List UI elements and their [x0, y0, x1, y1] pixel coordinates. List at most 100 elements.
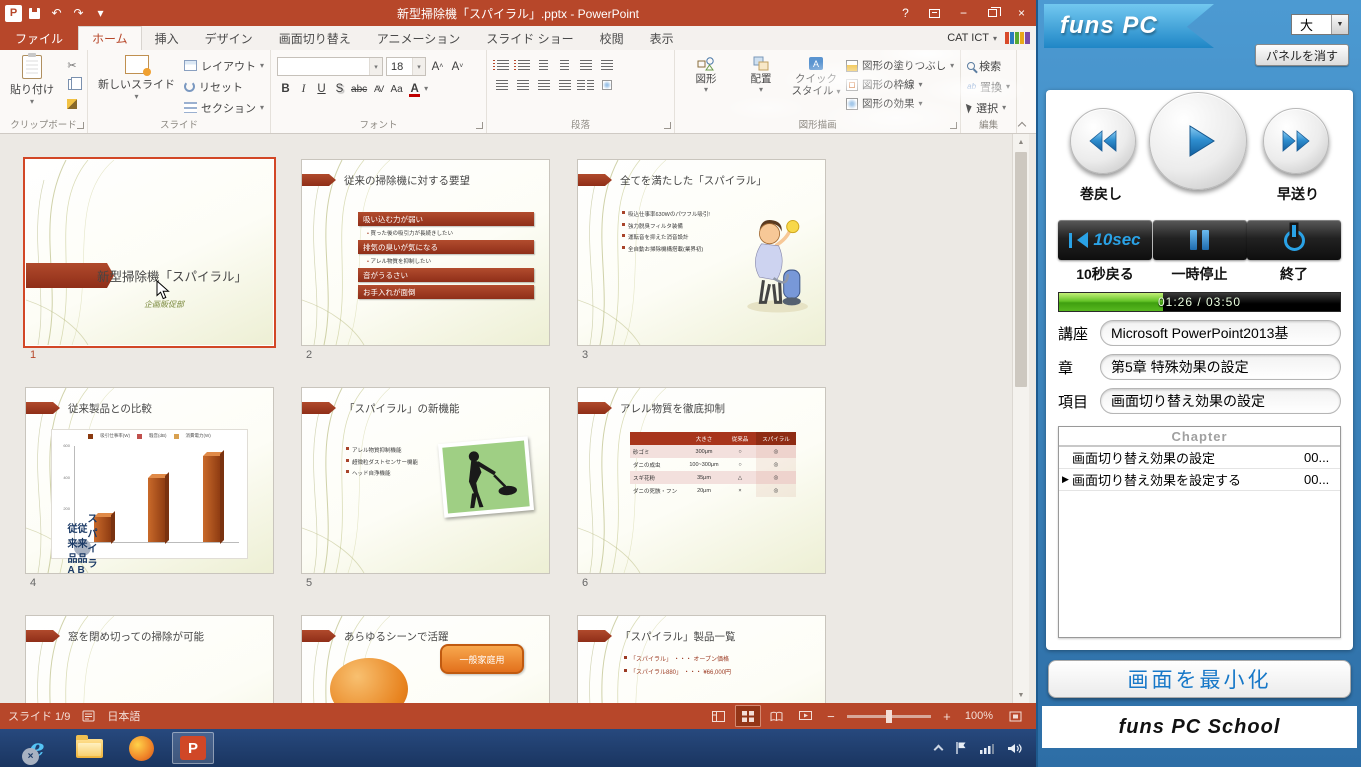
- zoom-slider-thumb[interactable]: [886, 710, 892, 723]
- tab-insert[interactable]: 挿入: [142, 26, 192, 50]
- new-slide-button[interactable]: 新しいスライド ▾: [94, 53, 179, 117]
- increase-indent-icon[interactable]: [556, 57, 573, 73]
- rewind-button[interactable]: [1070, 108, 1136, 174]
- slide-thumbnail-9[interactable]: 「スパイラル」製品一覧 「スパイラル」 ・・・ オープン価格 「スパイラル880…: [578, 616, 825, 703]
- taskbar-powerpoint-icon[interactable]: P: [172, 732, 214, 764]
- arrange-button[interactable]: 配置 ▾: [736, 53, 786, 117]
- line-spacing-icon[interactable]: [577, 57, 594, 73]
- zoom-out-button[interactable]: −: [822, 709, 840, 724]
- font-size-combo[interactable]: 18▾: [386, 57, 426, 76]
- slide-thumbnail-5[interactable]: 「スパイラル」の新機能 アレル物質抑制機能 超微粒ダストセンサー機能 ヘッド自浄…: [302, 388, 549, 589]
- close-panel-tray-icon[interactable]: ×: [22, 748, 39, 765]
- change-case-button[interactable]: Aa: [388, 80, 405, 98]
- decrease-indent-icon[interactable]: [535, 57, 552, 73]
- tab-file[interactable]: ファイル: [0, 26, 78, 50]
- font-color-button[interactable]: A: [406, 80, 423, 98]
- tab-review[interactable]: 校閲: [587, 26, 637, 50]
- replace-button[interactable]: ab置換▾: [967, 78, 1010, 95]
- slide-thumbnail-2[interactable]: 従来の掃除機に対する要望 吸い込む力が弱い 買った後の吸引力が長続きしたい 排気…: [302, 160, 549, 361]
- back-10sec-button[interactable]: 10sec: [1058, 220, 1152, 260]
- scroll-up-icon[interactable]: ▲: [1013, 134, 1029, 150]
- chapter-row[interactable]: ▶ 画面切り替え効果を設定する 00...: [1059, 469, 1340, 491]
- action-center-flag-icon[interactable]: [955, 741, 967, 755]
- quick-styles-button[interactable]: A クイックスタイル ▾: [791, 53, 841, 117]
- taskbar-app-icon[interactable]: [120, 732, 162, 764]
- fast-forward-button[interactable]: [1263, 108, 1329, 174]
- slide-thumbnail-1[interactable]: 新型掃除機「スパイラル」 企画販促部 1: [26, 160, 273, 361]
- redo-icon[interactable]: ↷: [69, 4, 88, 23]
- show-hidden-icons-button[interactable]: [934, 745, 944, 755]
- language-indicator[interactable]: 日本語: [107, 708, 140, 724]
- columns-icon[interactable]: [577, 77, 594, 93]
- minimize-panel-button[interactable]: 画面を最小化: [1048, 660, 1351, 698]
- hide-panel-button[interactable]: パネルを消す: [1255, 44, 1349, 66]
- increase-font-icon[interactable]: A˄: [429, 58, 446, 76]
- align-center-icon[interactable]: [514, 77, 531, 93]
- slide-sorter-view-button[interactable]: [735, 705, 761, 727]
- format-painter-button[interactable]: [63, 96, 81, 111]
- align-right-icon[interactable]: [535, 77, 552, 93]
- zoom-level[interactable]: 100%: [965, 710, 993, 722]
- cut-button[interactable]: ✂: [63, 58, 81, 73]
- slide-thumbnail-7[interactable]: 窓を閉め切っての掃除が可能 7: [26, 616, 273, 703]
- save-icon[interactable]: [25, 4, 44, 23]
- video-progress-bar[interactable]: 01:26 / 03:50: [1058, 292, 1341, 312]
- slide-thumbnail-8[interactable]: あらゆるシーンで活躍 一般家庭用 8: [302, 616, 549, 703]
- text-direction-icon[interactable]: [598, 57, 615, 73]
- paragraph-dialog-launcher-icon[interactable]: [664, 122, 671, 129]
- bold-button[interactable]: B: [277, 80, 294, 98]
- ribbon-display-options-button[interactable]: [920, 0, 949, 26]
- tab-transitions[interactable]: 画面切り替え: [266, 26, 364, 50]
- find-button[interactable]: 検索: [967, 57, 1010, 74]
- copy-button[interactable]: [63, 77, 81, 92]
- shapes-button[interactable]: 図形 ▾: [681, 53, 731, 117]
- zoom-in-button[interactable]: +: [938, 709, 956, 724]
- slideshow-view-button[interactable]: [793, 705, 819, 727]
- text-shadow-button[interactable]: S: [331, 80, 348, 98]
- underline-button[interactable]: U: [313, 80, 330, 98]
- tab-design[interactable]: デザイン: [192, 26, 266, 50]
- scrollbar-thumb[interactable]: [1015, 152, 1027, 387]
- reading-view-button[interactable]: [764, 705, 790, 727]
- collapse-ribbon-button[interactable]: [1018, 120, 1026, 128]
- zoom-slider[interactable]: [847, 715, 931, 718]
- help-button[interactable]: ?: [891, 0, 920, 26]
- tab-home[interactable]: ホーム: [78, 26, 142, 50]
- italic-button[interactable]: I: [295, 80, 312, 98]
- bullets-icon[interactable]: [493, 57, 510, 73]
- tab-view[interactable]: 表示: [637, 26, 687, 50]
- volume-icon[interactable]: [1007, 742, 1022, 755]
- character-spacing-button[interactable]: AV: [370, 80, 387, 98]
- font-dialog-launcher-icon[interactable]: [476, 122, 483, 129]
- slide-thumbnail-4[interactable]: 従来製品との比較 吸引仕事率(W) 騒音(dB) 消費電力(W) 600400 …: [26, 388, 273, 589]
- play-button[interactable]: [1149, 92, 1247, 190]
- reset-button[interactable]: リセット: [184, 78, 264, 95]
- minimize-window-button[interactable]: −: [949, 0, 978, 26]
- vertical-scrollbar[interactable]: ▲ ▼: [1012, 134, 1029, 703]
- pause-button[interactable]: [1153, 220, 1247, 260]
- decrease-font-icon[interactable]: A˅: [449, 58, 466, 76]
- convert-smartart-icon[interactable]: [598, 77, 615, 93]
- shape-effects-button[interactable]: 図形の効果▾: [846, 96, 954, 111]
- slide-thumbnail-6[interactable]: アレル物質を徹底抑制 大きさ 従来品 スパイラル 砂ゴミ300μm○◎: [578, 388, 825, 589]
- fit-to-window-button[interactable]: [1002, 705, 1028, 727]
- align-left-icon[interactable]: [493, 77, 510, 93]
- chapter-row[interactable]: 画面切り替え効果の設定 00...: [1059, 447, 1340, 469]
- restore-window-button[interactable]: [978, 0, 1007, 26]
- network-icon[interactable]: [980, 742, 994, 754]
- select-button[interactable]: 選択▾: [967, 99, 1010, 116]
- strikethrough-button[interactable]: abc: [349, 80, 369, 98]
- drawing-dialog-launcher-icon[interactable]: [950, 122, 957, 129]
- clipboard-dialog-launcher-icon[interactable]: [77, 122, 84, 129]
- tab-animations[interactable]: アニメーション: [364, 26, 474, 50]
- undo-icon[interactable]: ↶: [47, 4, 66, 23]
- shape-outline-button[interactable]: 図形の枠線▾: [846, 77, 954, 92]
- power-button[interactable]: [1247, 220, 1341, 260]
- scroll-down-icon[interactable]: ▼: [1013, 687, 1029, 703]
- font-name-combo[interactable]: ▾: [277, 57, 383, 76]
- customize-qat-icon[interactable]: ▾: [91, 4, 110, 23]
- tab-slideshow[interactable]: スライド ショー: [473, 26, 586, 50]
- account-name[interactable]: CAT ICT ▾: [947, 26, 1005, 50]
- slide-thumbnail-3[interactable]: 全てを満たした「スパイラル」 吸込仕事率630Wのパワフル吸引! 強力脱臭フィル…: [578, 160, 825, 361]
- font-size-select[interactable]: 大 ▼: [1291, 14, 1349, 35]
